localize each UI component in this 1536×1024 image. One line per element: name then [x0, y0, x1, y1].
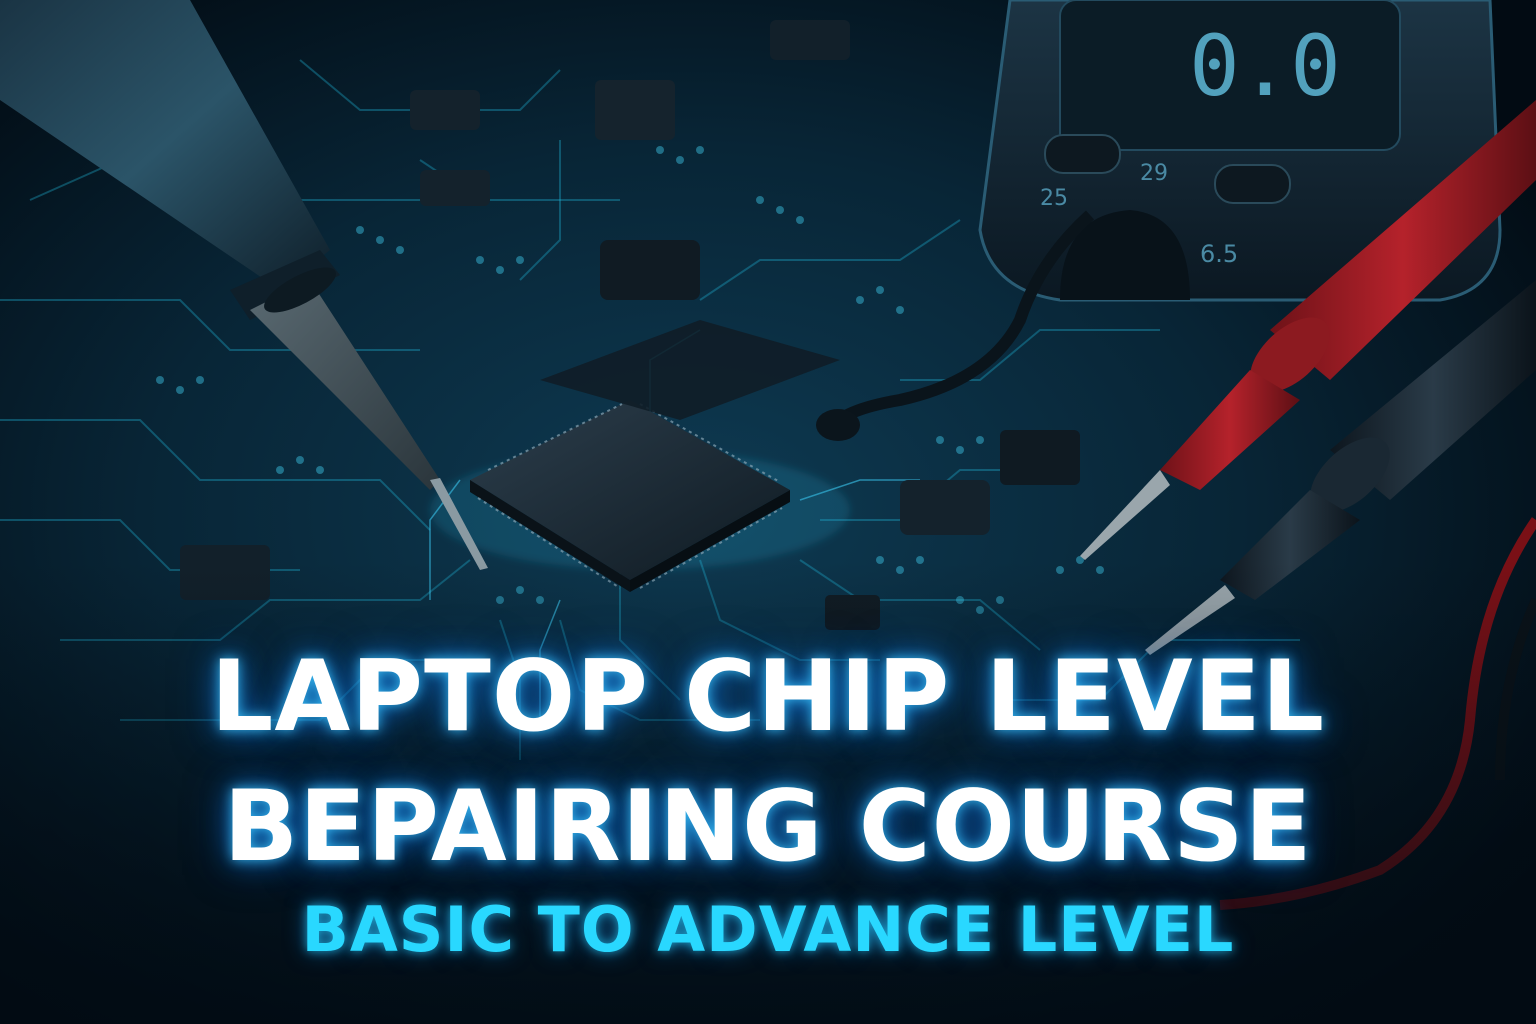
multimeter-readout: 0.0	[1189, 17, 1341, 115]
subtitle: BASIC TO ADVANCE LEVEL	[301, 893, 1235, 966]
thumbnail-canvas: 0.0 25 29 6.5 LAPTOP CHIP LEVEL BEPAIRIN…	[0, 0, 1536, 1024]
multimeter-label-29: 29	[1140, 161, 1168, 186]
multimeter-button-right	[1214, 164, 1291, 204]
multimeter-label-65: 6.5	[1200, 240, 1238, 268]
title-line-2: BEPAIRING COURSE	[223, 770, 1313, 884]
title-line-1: LAPTOP CHIP LEVEL	[210, 640, 1326, 754]
multimeter-label-25: 25	[1040, 186, 1068, 211]
cable-plug	[816, 409, 860, 441]
multimeter-button-left	[1044, 134, 1121, 174]
